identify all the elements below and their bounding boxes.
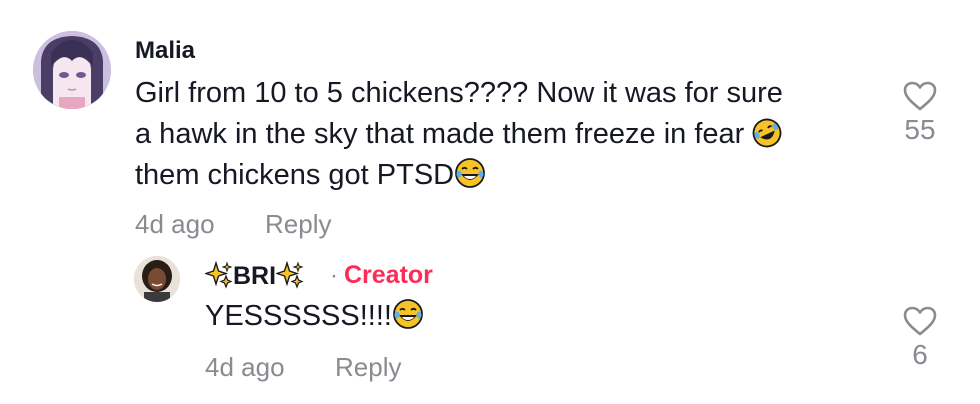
comment-text-line-2-content: a hawk in the sky that made them freeze … xyxy=(135,118,745,150)
reply-avatar[interactable] xyxy=(134,256,180,302)
separator-dot: · xyxy=(330,262,338,289)
reply-text: YESSSSSS!!!! xyxy=(205,296,424,341)
comment-text-line-1: Girl from 10 to 5 chickens???? Now it wa… xyxy=(135,77,783,109)
heart-outline-icon[interactable] xyxy=(902,305,938,337)
comment-text-line-3-content: them chickens got PTSD xyxy=(135,159,455,191)
commenter-avatar[interactable] xyxy=(33,31,111,109)
sparkles-emoji-icon xyxy=(274,260,304,296)
reply-avatar-image xyxy=(134,256,180,302)
anime-avatar-image xyxy=(33,31,111,109)
reply-like-group: 6 xyxy=(896,305,944,371)
reply-text-content: YESSSSSS!!!! xyxy=(205,300,392,332)
comment-text-line-3: them chickens got PTSD xyxy=(135,155,486,200)
reply-reply-button[interactable]: Reply xyxy=(335,352,401,383)
reply-timestamp: 4d ago xyxy=(205,352,285,382)
comment-timestamp: 4d ago xyxy=(135,209,215,239)
joy-emoji-icon xyxy=(454,157,486,200)
heart-outline-icon[interactable] xyxy=(902,80,938,112)
commenter-username[interactable]: Malia xyxy=(135,37,195,65)
comment-item: Malia Girl from 10 to 5 chickens???? Now… xyxy=(0,0,980,250)
rofl-emoji-icon xyxy=(752,118,782,159)
sparkles-emoji-icon xyxy=(203,260,233,296)
comment-text-line-2: a hawk in the sky that made them freeze … xyxy=(135,114,782,159)
reply-like-count: 6 xyxy=(912,339,928,370)
reply-username[interactable]: BRI xyxy=(203,260,304,296)
joy-emoji-icon xyxy=(392,298,424,341)
creator-badge: Creator xyxy=(344,261,433,289)
comment-like-count: 55 xyxy=(904,114,936,145)
comment-reply-button[interactable]: Reply xyxy=(265,209,331,240)
comment-like-group: 55 xyxy=(896,80,944,146)
reply-username-text: BRI xyxy=(233,262,277,290)
